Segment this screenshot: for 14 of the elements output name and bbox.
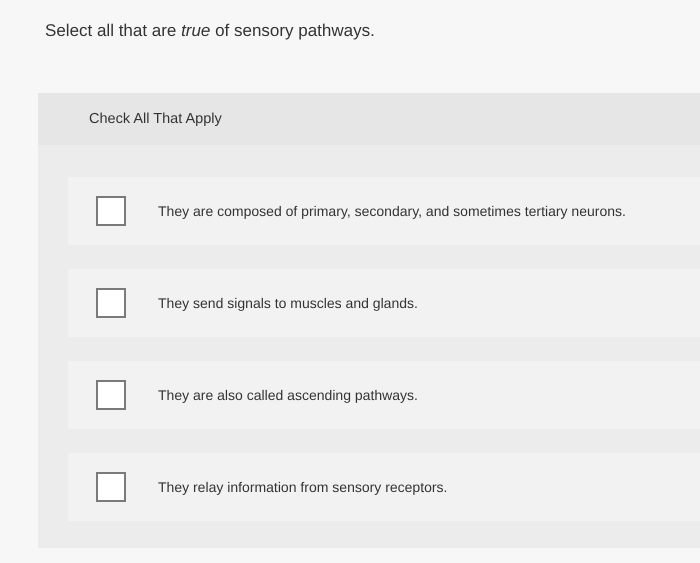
option-row[interactable]: They are composed of primary, secondary, and sometimes tertiary neurons. xyxy=(68,177,700,245)
option-label: They are composed of primary, secondary, and sometimes tertiary neurons. xyxy=(158,202,626,221)
option-label: They are also called ascending pathways. xyxy=(158,386,418,405)
option-label: They send signals to muscles and glands. xyxy=(158,294,418,313)
option-row[interactable]: They relay information from sensory receptors. xyxy=(68,453,700,521)
option-label: They relay information from sensory receptors. xyxy=(158,478,448,497)
checkbox[interactable] xyxy=(96,196,126,226)
question-text: Select all that are true of sensory pathways. xyxy=(44,20,376,42)
checkbox[interactable] xyxy=(96,472,126,502)
checkbox[interactable] xyxy=(96,288,126,318)
option-row[interactable]: They send signals to muscles and glands. xyxy=(68,269,700,337)
checkbox[interactable] xyxy=(96,380,126,410)
instruction-text: Check All That Apply xyxy=(89,111,222,127)
option-row[interactable]: They are also called ascending pathways. xyxy=(68,361,700,429)
